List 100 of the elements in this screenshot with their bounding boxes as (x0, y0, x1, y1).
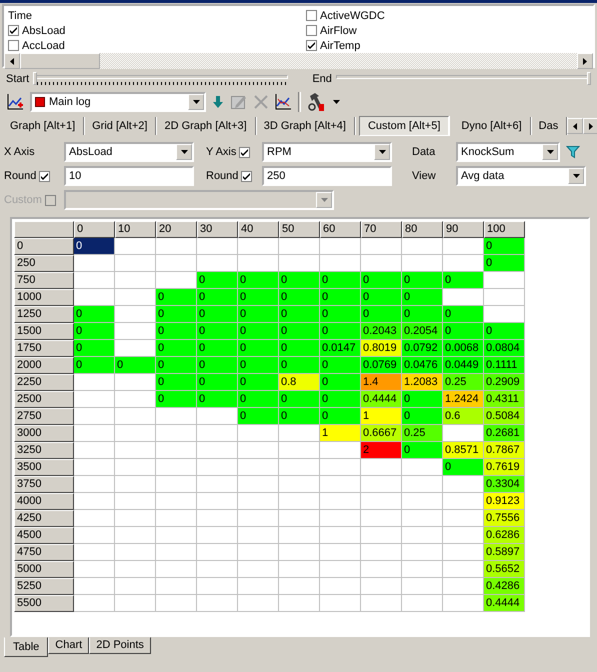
add-chart-icon[interactable] (6, 93, 24, 111)
row-header[interactable]: 4500 (14, 527, 74, 544)
table-cell: 0 (74, 238, 115, 255)
scroll-left-icon[interactable] (4, 53, 20, 69)
tab-scroll-left-icon[interactable] (567, 118, 584, 134)
empty-cell (115, 493, 156, 510)
empty-cell (115, 527, 156, 544)
column-header[interactable]: 60 (320, 221, 361, 238)
table-cell: 0 (197, 289, 238, 306)
column-header[interactable]: 80 (402, 221, 443, 238)
scrollbar-thumb[interactable] (20, 53, 100, 69)
row-header[interactable]: 1000 (14, 289, 74, 306)
checkbox[interactable] (39, 170, 50, 182)
empty-cell (361, 510, 402, 527)
view-tab[interactable]: Dyno [Alt+6] (453, 117, 531, 135)
filter-icon[interactable] (566, 145, 580, 159)
row-header[interactable]: 2500 (14, 391, 74, 408)
column-header[interactable]: 10 (115, 221, 156, 238)
column-header[interactable]: 30 (197, 221, 238, 238)
scroll-right-icon[interactable] (577, 53, 593, 69)
row-header[interactable]: 250 (14, 255, 74, 272)
table-cell: 0 (279, 391, 320, 408)
row-header[interactable]: 2250 (14, 374, 74, 391)
view-tab[interactable]: 3D Graph [Alt+4] (256, 117, 355, 135)
view-tab[interactable]: Grid [Alt+2] (84, 117, 156, 135)
row-header[interactable]: 3500 (14, 459, 74, 476)
data-dropdown[interactable]: KnockSum (456, 142, 560, 162)
checkbox[interactable] (306, 10, 317, 21)
row-header[interactable]: 5000 (14, 561, 74, 578)
column-header[interactable]: 50 (279, 221, 320, 238)
empty-cell (402, 476, 443, 493)
view-tab[interactable]: Custom [Alt+5] (358, 116, 450, 136)
view-tab[interactable]: Graph [Alt+1] (2, 117, 84, 135)
checkbox[interactable] (306, 40, 317, 51)
row-header[interactable]: 1250 (14, 306, 74, 323)
checkbox[interactable] (8, 25, 19, 36)
table-cell: 0.2681 (484, 425, 525, 442)
row-header[interactable]: 2750 (14, 408, 74, 425)
empty-cell (279, 493, 320, 510)
empty-cell (320, 459, 361, 476)
checkbox[interactable] (306, 25, 317, 36)
row-header[interactable]: 4250 (14, 510, 74, 527)
column-header[interactable]: 40 (238, 221, 279, 238)
table-cell: 0.5652 (484, 561, 525, 578)
caret-icon[interactable] (333, 100, 340, 104)
empty-cell (238, 459, 279, 476)
channel-label: Time (8, 10, 32, 22)
view-dropdown[interactable]: Avg data (456, 166, 586, 186)
channel-list[interactable]: Time AbsLoad AccLoad ActiveWGDC AirFlow AirTemp (2, 4, 595, 68)
chart-icon[interactable] (274, 93, 292, 111)
table-cell: 0.8 (279, 374, 320, 391)
x-axis-dropdown[interactable]: AbsLoad (64, 142, 194, 162)
table-cell: 0 (156, 289, 197, 306)
bottom-tab[interactable]: Chart (48, 637, 90, 654)
row-header[interactable]: 4000 (14, 493, 74, 510)
view-tab[interactable]: 2D Graph [Alt+3] (156, 117, 256, 135)
row-header[interactable]: 0 (14, 238, 74, 255)
empty-cell (115, 442, 156, 459)
table-cell: 0.5897 (484, 544, 525, 561)
row-header[interactable]: 5500 (14, 595, 74, 612)
end-slider-thumb[interactable] (587, 72, 591, 85)
row-header[interactable]: 4750 (14, 544, 74, 561)
table-cell: 0 (156, 306, 197, 323)
empty-cell (320, 544, 361, 561)
row-header[interactable]: 2000 (14, 357, 74, 374)
checkbox[interactable] (241, 170, 252, 182)
bottom-tab[interactable]: Table (4, 637, 48, 657)
log-dropdown[interactable]: Main log (30, 92, 206, 112)
table-cell: 0 (238, 391, 279, 408)
column-header[interactable]: 90 (443, 221, 484, 238)
row-header[interactable]: 1500 (14, 323, 74, 340)
empty-cell (320, 527, 361, 544)
bottom-tab[interactable]: 2D Points (89, 637, 151, 654)
row-header[interactable]: 1750 (14, 340, 74, 357)
table-cell: 0 (197, 374, 238, 391)
column-header[interactable]: 0 (74, 221, 115, 238)
column-header[interactable]: 20 (156, 221, 197, 238)
column-header[interactable]: 100 (484, 221, 525, 238)
row-header[interactable]: 3000 (14, 425, 74, 442)
tab-scroll-right-icon[interactable] (583, 118, 597, 134)
start-slider-thumb[interactable] (33, 72, 38, 85)
empty-cell (115, 459, 156, 476)
empty-cell (361, 578, 402, 595)
empty-cell (156, 595, 197, 612)
row-header[interactable]: 750 (14, 272, 74, 289)
row-header[interactable]: 3250 (14, 442, 74, 459)
y-axis-dropdown[interactable]: RPM (262, 142, 392, 162)
tools-icon[interactable] (307, 92, 327, 112)
x-round-field[interactable]: 10 (64, 166, 194, 186)
y-round-field[interactable]: 250 (262, 166, 392, 186)
empty-cell (361, 459, 402, 476)
empty-cell (197, 595, 238, 612)
checkbox[interactable] (239, 146, 250, 158)
table-cell: 0.7867 (484, 442, 525, 459)
table-cell: 0 (197, 306, 238, 323)
column-header[interactable]: 70 (361, 221, 402, 238)
checkbox[interactable] (8, 40, 19, 51)
down-arrow-icon[interactable] (212, 95, 224, 109)
row-header[interactable]: 5250 (14, 578, 74, 595)
row-header[interactable]: 3750 (14, 476, 74, 493)
